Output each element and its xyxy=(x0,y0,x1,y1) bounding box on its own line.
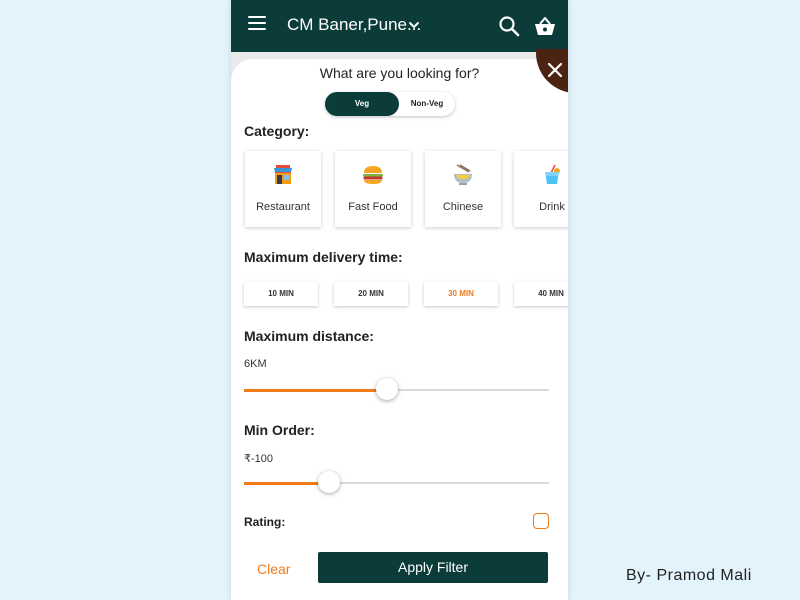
min-order-slider[interactable] xyxy=(244,471,549,493)
search-icon[interactable] xyxy=(498,15,520,37)
min-order-title: Min Order: xyxy=(244,422,315,438)
category-label: Chinese xyxy=(442,201,484,213)
category-title: Category: xyxy=(244,123,310,139)
apply-filter-button[interactable]: Apply Filter xyxy=(318,552,548,583)
delivery-time-title: Maximum delivery time: xyxy=(244,249,403,265)
category-card-fast-food[interactable]: Fast Food xyxy=(335,151,411,227)
phone-screen: CM Baner,Pune... What are you looking fo… xyxy=(231,0,568,600)
time-chip-20[interactable]: 20 MIN xyxy=(334,282,408,306)
drink-icon xyxy=(545,164,560,184)
diet-toggle: Veg Non-Veg xyxy=(325,92,455,116)
category-label: Fast Food xyxy=(348,201,398,213)
time-chip-40[interactable]: 40 MIN xyxy=(514,282,568,306)
app-bar: CM Baner,Pune... xyxy=(231,0,568,52)
restaurant-icon xyxy=(274,165,292,184)
menu-icon[interactable] xyxy=(248,16,266,30)
category-label: Restaurant xyxy=(256,201,310,213)
category-label: Drink xyxy=(539,201,565,213)
clear-button[interactable]: Clear xyxy=(257,561,290,577)
burger-icon xyxy=(363,166,383,184)
distance-slider[interactable] xyxy=(244,378,549,400)
noodle-bowl-icon xyxy=(454,164,472,185)
filter-heading: What are you looking for? xyxy=(319,65,480,81)
author-credit: By- Pramod Mali xyxy=(626,567,752,584)
category-card-restaurant[interactable]: Restaurant xyxy=(245,151,321,227)
chevron-down-icon[interactable] xyxy=(408,19,420,31)
veg-option[interactable]: Veg xyxy=(325,92,399,116)
category-card-drink[interactable]: Drink xyxy=(514,151,568,227)
min-order-slider-fill xyxy=(244,481,330,485)
distance-title: Maximum distance: xyxy=(244,328,374,344)
time-chip-10[interactable]: 10 MIN xyxy=(244,282,318,306)
basket-icon[interactable] xyxy=(533,15,557,37)
rating-label: Rating: xyxy=(244,515,286,529)
rating-checkbox[interactable] xyxy=(533,513,549,529)
non-veg-option[interactable]: Non-Veg xyxy=(399,92,455,116)
min-order-value: ₹-100 xyxy=(244,453,274,465)
time-chip-30[interactable]: 30 MIN xyxy=(424,282,498,306)
distance-slider-fill xyxy=(244,388,388,392)
category-card-chinese[interactable]: Chinese xyxy=(425,151,501,227)
distance-value: 6KM xyxy=(244,358,267,370)
location-label[interactable]: CM Baner,Pune... xyxy=(287,15,421,35)
